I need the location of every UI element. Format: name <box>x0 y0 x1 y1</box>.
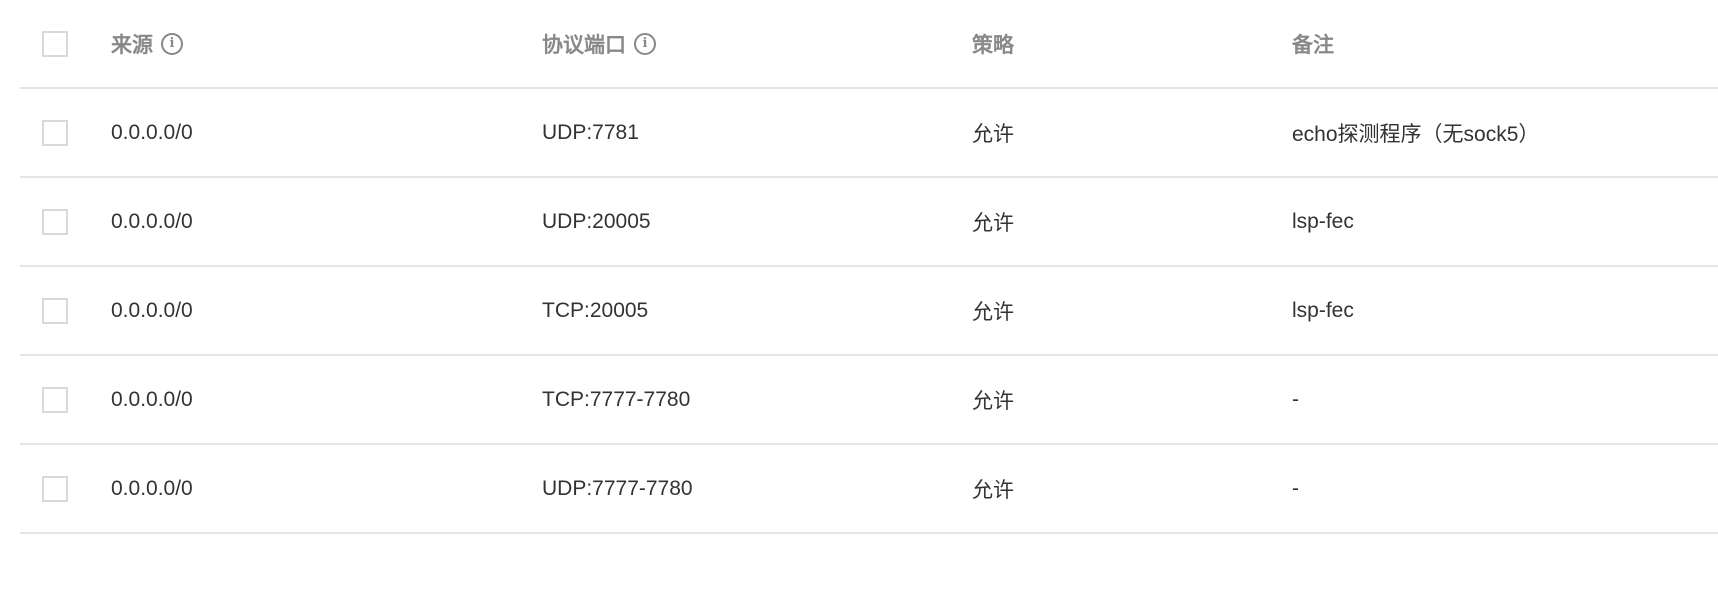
note-cell: echo探测程序（无sock5） <box>1292 122 1540 146</box>
port-cell: UDP:7777-7780 <box>542 476 693 500</box>
table-row: 0.0.0.0/0 TCP:20005 允许 lsp-fec <box>20 267 1718 356</box>
source-cell: 0.0.0.0/0 <box>111 298 193 322</box>
header-policy-label: 策略 <box>972 33 1014 57</box>
note-cell: - <box>1292 387 1299 411</box>
port-cell: TCP:20005 <box>542 298 649 322</box>
row-checkbox[interactable] <box>42 386 68 413</box>
row-checkbox-cell <box>42 89 68 176</box>
row-checkbox[interactable] <box>42 475 68 502</box>
header-port-label: 协议端口 <box>542 33 626 57</box>
port-cell: UDP:20005 <box>542 209 651 233</box>
row-checkbox-cell <box>42 267 68 354</box>
policy-cell: 允许 <box>972 211 1014 235</box>
policy-cell: 允许 <box>972 478 1014 502</box>
note-cell: - <box>1292 476 1299 500</box>
security-rules-table: 来源 i 协议端口 i 策略 备注 0.0.0.0/0 UDP:7781 允许 … <box>20 0 1718 534</box>
source-cell: 0.0.0.0/0 <box>111 476 193 500</box>
row-checkbox[interactable] <box>42 297 68 324</box>
header-checkbox-cell <box>42 0 68 87</box>
source-cell: 0.0.0.0/0 <box>111 387 193 411</box>
table-header-row: 来源 i 协议端口 i 策略 备注 <box>20 0 1718 89</box>
header-note: 备注 <box>1292 0 1334 87</box>
row-checkbox-cell <box>42 356 68 443</box>
source-cell: 0.0.0.0/0 <box>111 120 193 144</box>
select-all-checkbox[interactable] <box>42 30 68 57</box>
note-cell: lsp-fec <box>1292 298 1354 322</box>
policy-cell: 允许 <box>972 300 1014 324</box>
table-row: 0.0.0.0/0 UDP:7781 允许 echo探测程序（无sock5） <box>20 89 1718 178</box>
port-info-icon[interactable]: i <box>634 32 656 55</box>
header-source: 来源 i <box>111 0 183 87</box>
header-note-label: 备注 <box>1292 33 1334 57</box>
header-policy: 策略 <box>972 0 1014 87</box>
row-checkbox[interactable] <box>42 208 68 235</box>
policy-cell: 允许 <box>972 122 1014 146</box>
port-cell: UDP:7781 <box>542 120 639 144</box>
row-checkbox[interactable] <box>42 119 68 146</box>
policy-cell: 允许 <box>972 389 1014 413</box>
note-cell: lsp-fec <box>1292 209 1354 233</box>
table-row: 0.0.0.0/0 UDP:7777-7780 允许 - <box>20 445 1718 534</box>
table-row: 0.0.0.0/0 UDP:20005 允许 lsp-fec <box>20 178 1718 267</box>
header-source-label: 来源 <box>111 33 153 57</box>
row-checkbox-cell <box>42 445 68 532</box>
table-row: 0.0.0.0/0 TCP:7777-7780 允许 - <box>20 356 1718 445</box>
source-cell: 0.0.0.0/0 <box>111 209 193 233</box>
row-checkbox-cell <box>42 178 68 265</box>
source-info-icon[interactable]: i <box>161 32 183 55</box>
header-port: 协议端口 i <box>542 0 656 87</box>
port-cell: TCP:7777-7780 <box>542 387 691 411</box>
